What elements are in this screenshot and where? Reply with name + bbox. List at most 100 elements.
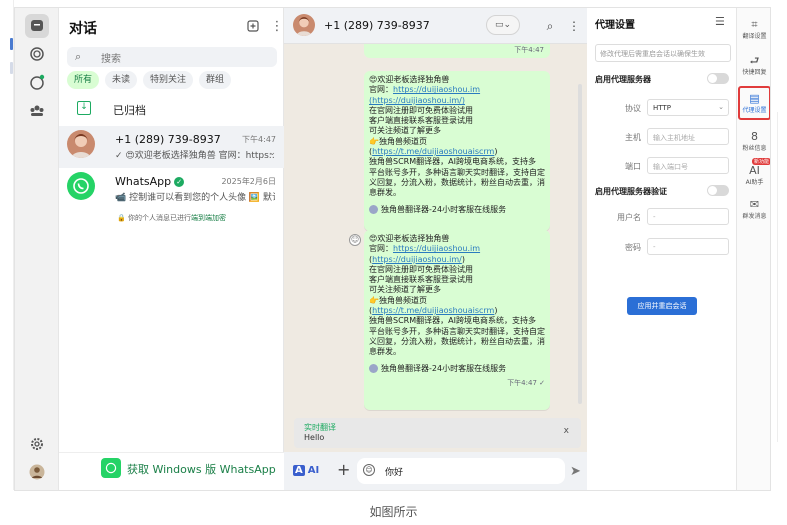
emoji-icon[interactable]: ☺ xyxy=(363,464,375,476)
message-line: 官网：https://duijiaoshou.im xyxy=(369,85,545,95)
port-input[interactable]: 输入端口号 xyxy=(647,157,729,174)
username-input[interactable]: - xyxy=(647,208,729,225)
contact-avatar[interactable] xyxy=(293,14,315,36)
chip-all[interactable]: 所有 xyxy=(67,71,100,89)
tool-label: 群发消息 xyxy=(742,213,767,220)
message-signature: 独角兽翻译器-24小时客服在线服务 xyxy=(369,205,545,215)
status-icon[interactable] xyxy=(25,42,49,66)
chats-icon[interactable] xyxy=(25,14,49,38)
verified-badge-icon: ✓ xyxy=(174,177,185,187)
message-line: 官网：https://duijiaoshou.im xyxy=(369,244,545,254)
broadcast-button[interactable]: ✉ 群发消息 xyxy=(738,194,770,228)
host-input[interactable]: 输入主机地址 xyxy=(647,128,729,145)
more-menu-icon[interactable]: ⋮ xyxy=(269,18,285,34)
broadcast-icon: ✉ xyxy=(749,198,760,211)
tool-label: 翻译设置 xyxy=(742,33,767,40)
chat-time: 下午4:47 xyxy=(242,135,276,144)
signature-text: 独角兽翻译器-24小时客服在线服务 xyxy=(381,363,507,373)
archived-label: 已归档 xyxy=(113,104,146,117)
message-line: 👉独角兽频道页 xyxy=(369,295,427,305)
send-icon[interactable]: ➤ xyxy=(570,464,581,479)
ai-assistant-button[interactable]: 新功能 AI AI助手 xyxy=(738,158,770,194)
message-link[interactable]: (https://duijiaoshou.im/) xyxy=(369,96,545,106)
message-line: 息群发。 xyxy=(369,188,401,198)
video-call-button[interactable]: ▭⌄ xyxy=(486,15,520,35)
chat-name-text: WhatsApp xyxy=(115,175,172,188)
chat-list-title: 对话 xyxy=(69,21,97,37)
conversation-title[interactable]: +1 (289) 739-8937 xyxy=(324,19,430,32)
message-line: 义回复，分流入粉，数据统计，粉丝自动去重，消 xyxy=(369,336,545,346)
translate-icon[interactable]: A xyxy=(293,465,305,476)
password-input[interactable]: - xyxy=(647,238,729,255)
chat-row-whatsapp[interactable]: WhatsApp ✓ 2025年2月6日 📹 控制谁可以看到您的个人头像 🖼️ 默… xyxy=(59,168,284,210)
fan-info-icon: 8 xyxy=(751,130,758,143)
message-bubble[interactable]: 😍欢迎老板选择独角兽 官网：https://duijiaoshou.im (ht… xyxy=(364,230,550,410)
message-link[interactable]: https://t.me/duijiaoshouaiscrm xyxy=(372,306,494,315)
tool-label: AI助手 xyxy=(745,179,764,186)
tool-label: 粉丝信息 xyxy=(742,145,767,152)
enable-proxy-toggle[interactable] xyxy=(707,73,729,84)
apply-restart-button[interactable]: 应用并重启会话 xyxy=(627,297,697,315)
message-link[interactable]: https://duijiaoshou.im xyxy=(393,244,480,253)
message-input[interactable]: ☺ 你好 xyxy=(357,458,565,484)
translate-settings-button[interactable]: ⌗ 翻译设置 xyxy=(738,14,770,48)
settings-icon[interactable] xyxy=(25,432,49,456)
tools-rail: ⌗ 翻译设置 ⮐ 快捷回复 ▤ 代理设置 8 粉丝信息 新功能 AI AI助手 … xyxy=(737,8,770,490)
chevron-down-icon[interactable]: ⌄ xyxy=(268,148,276,158)
password-label: 密码 xyxy=(625,243,641,252)
chip-favorites[interactable]: 特别关注 xyxy=(143,71,194,89)
translation-preview: 实时翻译 Hello x xyxy=(294,418,581,448)
chat-list-panel: 对话 ⋮ ⌕ 搜索 所有 未读 特别关注 群组 ↓ 已归档 +1 (289) 7… xyxy=(59,8,285,490)
auth-label: 启用代理服务器验证 xyxy=(595,187,667,196)
archive-icon: ↓ xyxy=(77,101,91,115)
message-line: 😍欢迎老板选择独角兽 xyxy=(369,75,450,84)
tool-label: 快捷回复 xyxy=(742,69,767,76)
quick-reply-icon: ⮐ xyxy=(749,54,760,67)
chip-unread[interactable]: 未读 xyxy=(105,71,138,89)
more-menu-icon[interactable]: ⋮ xyxy=(566,18,582,34)
message-link[interactable]: https://t.me/duijiaoshouaiscrm xyxy=(372,147,494,156)
get-windows-banner[interactable]: 获取 Windows 版 WhatsApp xyxy=(59,452,284,490)
message-line: 😍欢迎老板选择独角兽 xyxy=(369,234,450,243)
profile-avatar[interactable] xyxy=(25,460,49,484)
e2e-link[interactable]: 端到端加密 xyxy=(191,214,226,222)
message-link[interactable]: https://duijiaoshou.im xyxy=(393,85,480,94)
search-input[interactable]: ⌕ 搜索 xyxy=(67,47,277,67)
whatsapp-icon xyxy=(101,458,121,478)
message-bubble[interactable]: 😍欢迎老板选择独角兽 官网：https://duijiaoshou.im (ht… xyxy=(364,71,550,231)
conversation-header: +1 (289) 739-8937 ▭⌄ ⌕ ⋮ xyxy=(284,8,587,44)
page-divider xyxy=(777,112,778,442)
protocol-select[interactable]: HTTP ⌄ xyxy=(647,99,729,116)
search-icon[interactable]: ⌕ xyxy=(542,18,558,34)
username-label: 用户名 xyxy=(617,213,641,222)
channels-icon[interactable] xyxy=(25,70,49,94)
message-line: 客户端直接联系客服登录试用 xyxy=(369,116,473,126)
message-list: 下午4:47 😍欢迎老板选择独角兽 官网：https://duijiaoshou… xyxy=(284,44,587,416)
fan-info-button[interactable]: 8 粉丝信息 xyxy=(738,126,770,160)
message-text: ) xyxy=(494,147,498,157)
ai-button[interactable]: AI xyxy=(308,465,319,476)
new-chat-icon[interactable] xyxy=(245,18,261,34)
message-line: (https://t.me/duijiaoshouaiscrm) xyxy=(369,306,498,316)
proxy-settings-icon: ▤ xyxy=(749,92,760,105)
emoji-react-icon[interactable]: ☺ xyxy=(349,234,361,246)
panel-menu-icon[interactable]: ☰ xyxy=(715,15,725,28)
communities-icon[interactable] xyxy=(25,98,49,122)
close-icon[interactable]: x xyxy=(564,426,569,436)
tool-label: 代理设置 xyxy=(742,107,767,114)
chip-groups[interactable]: 群组 xyxy=(199,71,232,89)
attach-plus-icon[interactable]: + xyxy=(337,460,350,479)
outer-strip-marker xyxy=(10,62,13,74)
message-link[interactable]: https://duijiaoshou.im/ xyxy=(372,255,462,264)
chat-row-contact[interactable]: +1 (289) 739-8937 下午4:47 ✓ 😍欢迎老板选择独角兽 官网… xyxy=(59,126,284,168)
archived-row[interactable]: ↓ 已归档 xyxy=(59,96,284,122)
filter-chips: 所有 未读 特别关注 群组 xyxy=(67,71,232,89)
message-composer: A AI + ☺ 你好 ➤ xyxy=(284,452,587,490)
proxy-settings-button[interactable]: ▤ 代理设置 xyxy=(738,86,770,120)
auth-toggle[interactable] xyxy=(707,185,729,196)
message-scrollbar[interactable] xyxy=(578,84,582,404)
message-line: 在官网注册即可免费体验试用 xyxy=(369,105,473,115)
outer-strip-marker xyxy=(10,38,13,50)
quick-reply-button[interactable]: ⮐ 快捷回复 xyxy=(738,50,770,84)
app-root: 对话 ⋮ ⌕ 搜索 所有 未读 特别关注 群组 ↓ 已归档 +1 (289) 7… xyxy=(0,0,787,525)
